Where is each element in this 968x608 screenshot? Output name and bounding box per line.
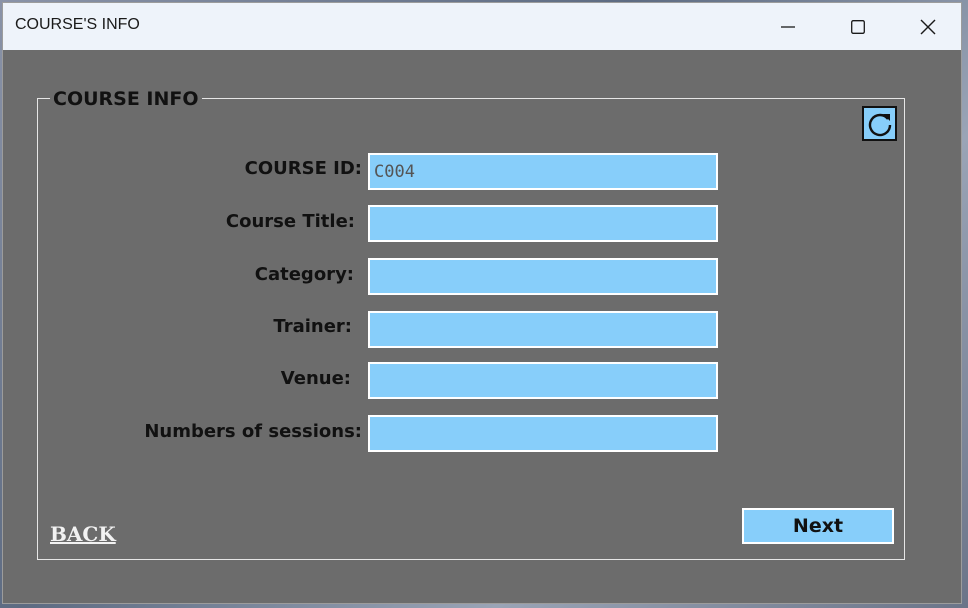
category-label: Category:	[254, 264, 354, 285]
course-id-field[interactable]	[368, 153, 718, 190]
maximize-button[interactable]	[823, 3, 893, 50]
back-link[interactable]: BACK	[50, 522, 116, 546]
trainer-field[interactable]	[368, 311, 718, 348]
trainer-label: Trainer:	[273, 316, 352, 337]
course-title-label: Course Title:	[225, 211, 355, 232]
course-id-label: COURSE ID:	[244, 158, 362, 179]
close-icon	[920, 19, 936, 34]
minimize-icon	[781, 25, 795, 28]
groupbox-legend: COURSE INFO	[50, 88, 202, 110]
window-title: COURSE'S INFO	[15, 16, 140, 33]
minimize-button[interactable]	[753, 3, 823, 50]
sessions-label: Numbers of sessions:	[144, 421, 362, 442]
course-title-field[interactable]	[368, 205, 718, 242]
venue-label: Venue:	[280, 368, 351, 389]
sessions-field[interactable]	[368, 415, 718, 452]
maximize-icon	[851, 19, 865, 34]
title-bar[interactable]: COURSE'S INFO	[3, 3, 961, 50]
next-button[interactable]: Next	[742, 508, 894, 544]
venue-field[interactable]	[368, 362, 718, 399]
category-field[interactable]	[368, 258, 718, 295]
close-button[interactable]	[893, 3, 963, 50]
refresh-button[interactable]	[862, 106, 897, 141]
refresh-icon	[868, 113, 891, 136]
